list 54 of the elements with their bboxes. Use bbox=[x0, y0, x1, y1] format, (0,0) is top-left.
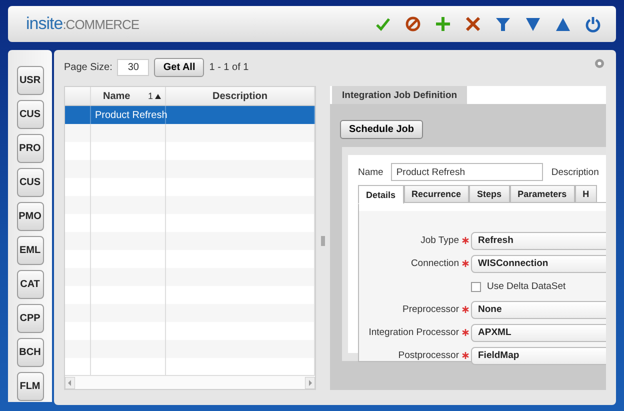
dropdown[interactable]: APXML bbox=[471, 324, 606, 342]
module-button[interactable]: CUS bbox=[16, 100, 44, 129]
page-size-field[interactable]: 30 bbox=[117, 58, 150, 76]
scroll-right-icon[interactable] bbox=[305, 376, 315, 388]
tab[interactable]: Parameters bbox=[510, 185, 575, 203]
dropdown[interactable]: WISConnection bbox=[471, 254, 606, 272]
power-icon bbox=[584, 14, 602, 34]
field-label: Integration Processor bbox=[368, 327, 459, 338]
scroll-left-icon[interactable] bbox=[65, 376, 75, 388]
module-button[interactable]: PMO bbox=[16, 202, 44, 231]
sort-order: 1 bbox=[148, 91, 153, 101]
plus-icon bbox=[434, 14, 452, 34]
name-label: Name bbox=[358, 166, 384, 178]
module-button[interactable]: CAT bbox=[16, 270, 44, 299]
module-button[interactable]: CPP bbox=[16, 304, 44, 333]
tab[interactable]: Recurrence bbox=[404, 185, 470, 203]
name-field[interactable]: Product Refresh bbox=[391, 163, 544, 181]
column-header[interactable]: Name bbox=[103, 90, 130, 102]
module-button[interactable]: CUS bbox=[16, 168, 44, 197]
module-button[interactable]: BCH bbox=[16, 338, 44, 367]
module-button[interactable]: FLM bbox=[16, 372, 44, 401]
close-icon bbox=[464, 14, 482, 34]
close-button[interactable] bbox=[463, 14, 483, 34]
field-label: Postprocessor bbox=[397, 350, 459, 361]
get-all-button[interactable]: Get All bbox=[154, 58, 204, 76]
panel-tab[interactable]: Integration Job Definition bbox=[332, 86, 468, 104]
module-button[interactable]: PRO bbox=[16, 134, 44, 163]
settings-icon[interactable] bbox=[595, 59, 604, 68]
logo: insite:COMMERCE bbox=[26, 14, 140, 34]
description-label: Description bbox=[551, 166, 599, 178]
column-header[interactable]: Description bbox=[166, 87, 315, 105]
module-button[interactable]: USR bbox=[16, 66, 44, 95]
dropdown[interactable]: FieldMap bbox=[471, 346, 606, 364]
field-label: Job Type bbox=[420, 235, 459, 246]
page-size-label: Page Size: bbox=[64, 62, 112, 72]
dropdown[interactable]: None bbox=[471, 300, 606, 318]
plus-button[interactable] bbox=[433, 14, 453, 34]
power-button[interactable] bbox=[583, 14, 603, 34]
field-label: Preprocessor bbox=[402, 304, 459, 315]
schedule-job-button[interactable]: Schedule Job bbox=[340, 120, 424, 139]
dropdown[interactable]: Refresh bbox=[471, 232, 606, 250]
tab[interactable]: Details bbox=[358, 185, 404, 204]
tab[interactable]: Steps bbox=[469, 185, 510, 203]
cancel-icon bbox=[404, 14, 422, 34]
splitter-handle-icon[interactable] bbox=[321, 236, 325, 246]
sort-arrow-icon[interactable] bbox=[155, 92, 161, 100]
module-button[interactable]: EML bbox=[16, 236, 44, 265]
result-range: 1 - 1 of 1 bbox=[209, 62, 249, 72]
checkbox[interactable] bbox=[471, 282, 481, 292]
checkbox-label: Use Delta DataSet bbox=[487, 281, 566, 292]
field-label: Connection bbox=[410, 258, 459, 269]
horizontal-scrollbar[interactable] bbox=[65, 375, 315, 389]
tab[interactable]: H bbox=[574, 185, 598, 203]
cancel-button[interactable] bbox=[403, 14, 423, 34]
